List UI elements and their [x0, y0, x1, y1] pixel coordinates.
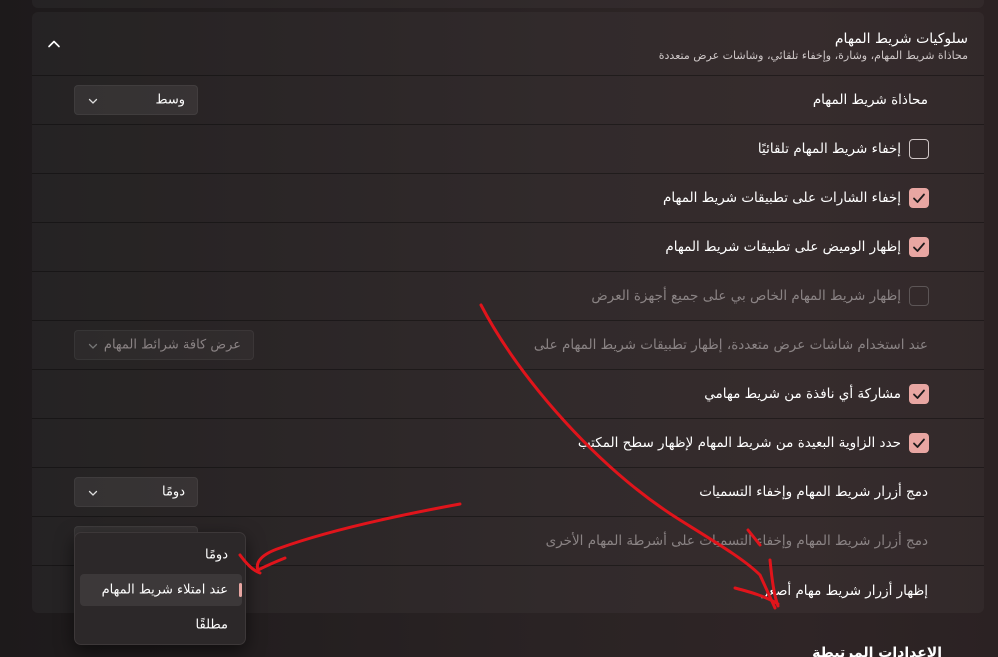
taskbar-alignment-label: محاذاة شريط المهام — [812, 92, 928, 108]
combine-other-label: دمج أزرار شريط المهام وإخفاء التسميات عل… — [545, 533, 928, 549]
chevron-down-icon — [88, 343, 98, 349]
row-show-flashing: إظهار الوميض على تطبيقات شريط المهام — [32, 223, 984, 272]
taskbar-alignment-dropdown[interactable]: وسط — [74, 85, 198, 115]
section-title: سلوكيات شريط المهام — [834, 31, 968, 47]
flyout-option-never[interactable]: مطلقًا — [80, 609, 242, 641]
auto-hide-checkbox[interactable] — [909, 139, 929, 159]
checkmark-icon — [913, 389, 925, 399]
flyout-option-label: دومًا — [205, 547, 228, 563]
row-all-displays: إظهار شريط المهام الخاص بي على جميع أجهز… — [32, 272, 984, 321]
checkmark-icon — [913, 193, 925, 203]
show-flashing-checkbox[interactable] — [909, 237, 929, 257]
share-window-label: مشاركة أي نافذة من شريط مهامي — [704, 386, 901, 402]
taskbar-alignment-value: وسط — [155, 92, 185, 108]
row-hide-badges: إخفاء الشارات على تطبيقات شريط المهام — [32, 174, 984, 223]
section-header[interactable]: سلوكيات شريط المهام محاذاة شريط المهام، … — [32, 12, 984, 76]
show-flashing-label: إظهار الوميض على تطبيقات شريط المهام — [665, 239, 901, 255]
checkmark-icon — [913, 242, 925, 252]
row-taskbar-alignment: محاذاة شريط المهام وسط — [32, 76, 984, 125]
row-share-window: مشاركة أي نافذة من شريط مهامي — [32, 370, 984, 419]
multi-display-value: عرض كافة شرائط المهام — [103, 337, 241, 353]
previous-section-edge — [32, 0, 984, 8]
multi-display-dropdown[interactable]: عرض كافة شرائط المهام — [74, 330, 254, 360]
row-combine-buttons: دمج أزرار شريط المهام وإخفاء التسميات دو… — [32, 468, 984, 517]
hide-badges-label: إخفاء الشارات على تطبيقات شريط المهام — [663, 190, 901, 206]
smaller-buttons-flyout-menu: دومًا عند امتلاء شريط المهام مطلقًا — [74, 532, 246, 645]
hide-badges-checkbox[interactable] — [909, 188, 929, 208]
flyout-option-label: مطلقًا — [195, 617, 228, 633]
flyout-option-when-full[interactable]: عند امتلاء شريط المهام — [80, 574, 242, 606]
share-window-checkbox[interactable] — [909, 384, 929, 404]
chevron-down-icon — [88, 490, 98, 496]
chevron-down-icon — [88, 98, 98, 104]
selection-indicator — [239, 583, 242, 597]
combine-buttons-dropdown[interactable]: دومًا — [74, 477, 198, 507]
section-subtitle: محاذاة شريط المهام، وشارة، وإخفاء تلقائي… — [658, 49, 968, 62]
row-auto-hide: إخفاء شريط المهام تلقائيًا — [32, 125, 984, 174]
flyout-option-always[interactable]: دومًا — [80, 539, 242, 571]
flyout-option-label: عند امتلاء شريط المهام — [101, 582, 228, 598]
smaller-buttons-label: إظهار أزرار شريط مهام أصغر — [761, 582, 928, 599]
combine-buttons-value: دومًا — [162, 484, 185, 500]
all-displays-checkbox[interactable] — [909, 286, 929, 306]
multi-display-label: عند استخدام شاشات عرض متعددة، إظهار تطبي… — [533, 337, 928, 353]
checkmark-icon — [913, 438, 925, 448]
row-far-corner: حدد الزاوية البعيدة من شريط المهام لإظها… — [32, 419, 984, 468]
taskbar-behaviors-panel: سلوكيات شريط المهام محاذاة شريط المهام، … — [32, 12, 984, 613]
combine-buttons-label: دمج أزرار شريط المهام وإخفاء التسميات — [699, 484, 928, 500]
far-corner-label: حدد الزاوية البعيدة من شريط المهام لإظها… — [577, 435, 901, 451]
chevron-up-icon[interactable] — [46, 36, 62, 52]
all-displays-label: إظهار شريط المهام الخاص بي على جميع أجهز… — [591, 288, 901, 304]
row-multi-display: عند استخدام شاشات عرض متعددة، إظهار تطبي… — [32, 321, 984, 370]
far-corner-checkbox[interactable] — [909, 433, 929, 453]
related-settings-heading: الإعدادات المرتبطة — [812, 645, 942, 657]
auto-hide-label: إخفاء شريط المهام تلقائيًا — [757, 141, 901, 157]
